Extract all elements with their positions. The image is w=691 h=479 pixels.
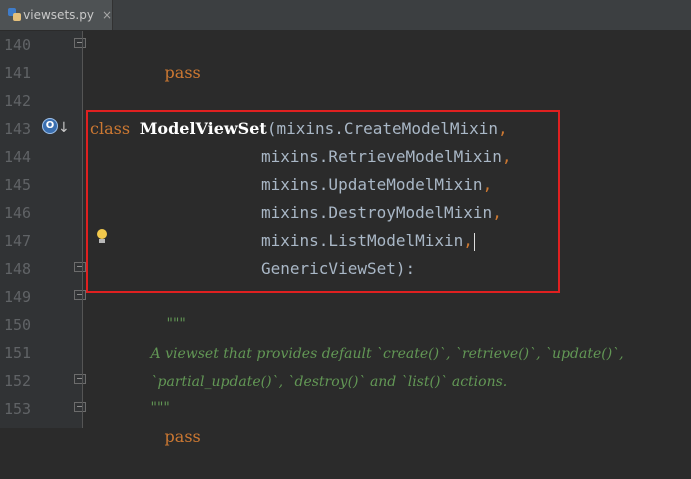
line-number: 146 (4, 204, 32, 222)
line-number-gutter: 140 141 142 143 144 145 146 147 148 149 … (0, 31, 86, 428)
keyword-pass: pass (164, 63, 201, 82)
close-icon[interactable]: × (102, 8, 112, 22)
line-number: 147 (4, 232, 32, 250)
line-number: 141 (4, 64, 32, 82)
fold-marker-icon[interactable] (74, 38, 86, 48)
line-number: 152 (4, 372, 32, 390)
docstring-text: `partial_update()`, `destroy()` and `lis… (150, 374, 508, 390)
override-marker-icon[interactable]: O (42, 118, 58, 134)
fold-marker-icon[interactable] (74, 374, 86, 384)
arrow-down-icon: ↓ (58, 120, 70, 136)
line-number: 150 (4, 316, 32, 334)
line-number: 143 (4, 120, 32, 138)
line-number: 140 (4, 36, 32, 54)
line-number: 142 (4, 92, 32, 110)
line-number: 149 (4, 288, 32, 306)
tab-viewsets-py[interactable]: viewsets.py × (0, 0, 113, 30)
keyword-pass: pass (164, 427, 201, 446)
code-line-150: A viewset that provides default `create(… (112, 311, 624, 362)
code-line-151: `partial_update()`, `destroy()` and `lis… (112, 339, 508, 390)
code-line-152: """ (112, 365, 170, 416)
line-number: 144 (4, 148, 32, 166)
fold-marker-icon[interactable] (74, 290, 86, 300)
fold-marker-icon[interactable] (74, 262, 86, 272)
line-number: 153 (4, 400, 32, 418)
python-file-icon (8, 8, 21, 22)
line-number: 145 (4, 176, 32, 194)
line-number: 151 (4, 344, 32, 362)
fold-marker-icon[interactable] (74, 402, 86, 412)
editor-tab-bar: viewsets.py × (0, 0, 691, 31)
code-editor[interactable]: 140 141 142 143 144 145 146 147 148 149 … (0, 31, 691, 446)
highlight-annotation-box (86, 110, 560, 293)
code-line-140: pass (126, 31, 201, 82)
gutter-separator (82, 31, 83, 428)
code-line-153: pass (126, 395, 201, 446)
line-number: 148 (4, 260, 32, 278)
tab-filename: viewsets.py (23, 8, 94, 22)
